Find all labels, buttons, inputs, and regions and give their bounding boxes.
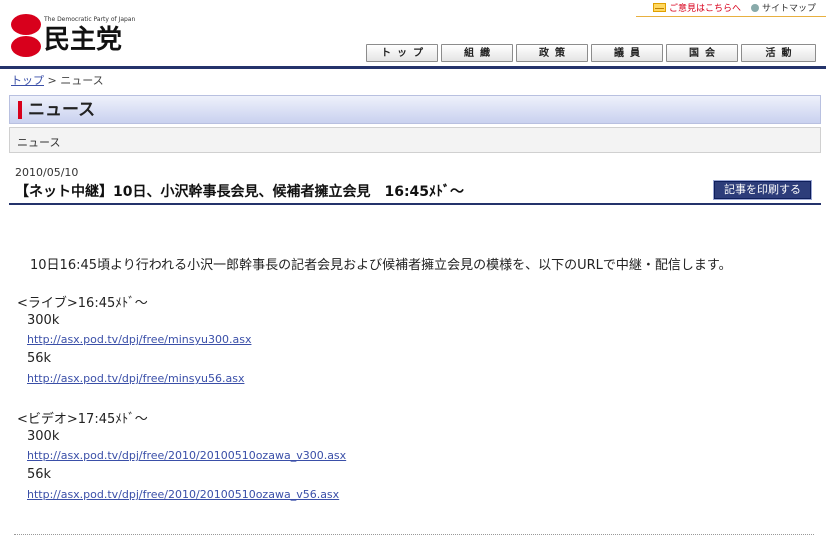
feedback-link-label: ご意見はこちらへ [668, 4, 741, 14]
bottom-divider [14, 534, 814, 535]
live-link-300k[interactable]: http://asx.pod.tv/dpj/free/minsyu300.asx [27, 333, 251, 346]
sitemap-link-label: サイトマップ [761, 4, 816, 14]
video-quality-56k: 56k [27, 467, 52, 482]
video-heading: <ビデオ>17:45ﾒﾄﾞ～ [17, 412, 148, 427]
nav-organization[interactable]: 組織 [441, 44, 513, 62]
nav-members[interactable]: 議員 [591, 44, 663, 62]
article-title: 【ネット中継】10日、小沢幹事長会見、候補者擁立会見 16:45ﾒﾄﾞ～ [15, 184, 465, 200]
live-quality-56k: 56k [27, 351, 52, 366]
utility-underline [636, 16, 826, 17]
utility-links: ご意見はこちらへ サイトマップ [652, 1, 816, 14]
section-subtitle: ニュース [17, 136, 61, 149]
sitemap-link[interactable]: サイトマップ [750, 1, 816, 14]
article-intro: 10日16:45頃より行われる小沢一郎幹事長の記者会見および候補者擁立会見の模様… [30, 258, 732, 273]
video-link-300k[interactable]: http://asx.pod.tv/dpj/free/2010/20100510… [27, 449, 346, 462]
nav-diet[interactable]: 国会 [666, 44, 738, 62]
nav-activities[interactable]: 活動 [741, 44, 816, 62]
nav-top[interactable]: トップ [366, 44, 438, 62]
live-quality-300k: 300k [27, 313, 60, 328]
live-link-56k[interactable]: http://asx.pod.tv/dpj/free/minsyu56.asx [27, 372, 244, 385]
logo-mark-icon [8, 14, 44, 58]
title-accent-bar [18, 101, 22, 119]
feedback-link[interactable]: ご意見はこちらへ [652, 1, 741, 14]
logo-english-name: The Democratic Party of Japan [44, 16, 136, 23]
global-nav: トップ 組織 政策 議員 国会 活動 [366, 44, 816, 62]
video-quality-300k: 300k [27, 429, 60, 444]
live-heading: <ライブ>16:45ﾒﾄﾞ～ [17, 296, 148, 311]
article-title-rule [9, 203, 821, 205]
section-subtitle-band: ニュース [9, 127, 821, 153]
section-title-band: ニュース [9, 95, 821, 124]
mail-icon [652, 3, 666, 12]
sitemap-icon [750, 3, 759, 12]
dpj-logo[interactable]: The Democratic Party of Japan 民主党 [8, 8, 136, 62]
page-title: ニュース [28, 100, 96, 120]
breadcrumb-home-link[interactable]: トップ [11, 74, 44, 87]
print-article-button[interactable]: 記事を印刷する [713, 180, 812, 200]
nav-divider [0, 66, 826, 69]
site-header: The Democratic Party of Japan 民主党 ご意見はこち… [0, 0, 826, 69]
breadcrumb-current: ニュース [60, 74, 104, 87]
video-link-56k[interactable]: http://asx.pod.tv/dpj/free/2010/20100510… [27, 488, 339, 501]
article-date: 2010/05/10 [15, 166, 79, 179]
breadcrumb-separator: > [47, 74, 57, 87]
nav-policy[interactable]: 政策 [516, 44, 588, 62]
logo-text: 民主党 [44, 25, 123, 55]
breadcrumb: トップ > ニュース [11, 72, 104, 88]
